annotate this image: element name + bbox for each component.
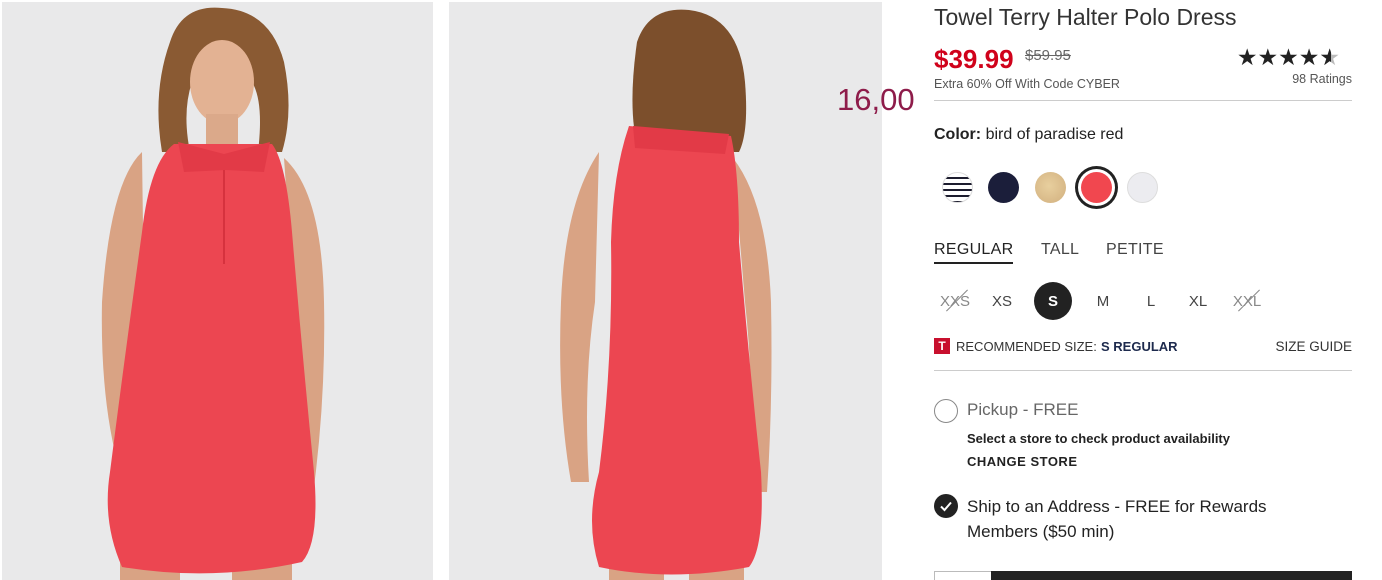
color-value: bird of paradise red [985, 126, 1124, 143]
color-label: Color: bird of paradise red [934, 126, 1123, 144]
swatch-white[interactable] [1127, 172, 1158, 203]
model-back-illustration [449, 2, 882, 580]
swatch-stripe[interactable] [942, 172, 973, 203]
pickup-label[interactable]: Pickup - FREE [967, 400, 1078, 420]
size-xxl[interactable]: XXL [1228, 282, 1266, 320]
swatch-navy[interactable] [988, 172, 1019, 203]
ship-checked-radio[interactable] [934, 494, 958, 518]
divider [934, 370, 1352, 371]
true-fit-icon: T [934, 338, 950, 354]
add-to-bag-button[interactable] [991, 571, 1352, 580]
swatch-tan[interactable] [1035, 172, 1066, 203]
fit-tab-tall[interactable]: TALL [1041, 241, 1079, 259]
half-star-icon: ★ [1319, 44, 1340, 71]
quantity-selector[interactable] [934, 571, 992, 580]
pickup-radio[interactable] [934, 399, 958, 423]
size-xs[interactable]: XS [983, 282, 1021, 320]
size-s[interactable]: S [1034, 282, 1072, 320]
product-image-back[interactable] [449, 2, 882, 580]
store-availability-message: Select a store to check product availabi… [967, 431, 1230, 446]
size-xxs[interactable]: XXS [936, 282, 974, 320]
fit-tab-petite[interactable]: PETITE [1106, 241, 1164, 259]
star-icon: ★ [1236, 44, 1258, 70]
divider [934, 100, 1352, 101]
sale-price: $39.99 [934, 44, 1014, 74]
overlay-number: 16,00 [837, 82, 915, 117]
swatch-bird-of-paradise-red[interactable] [1081, 172, 1112, 203]
product-title: Towel Terry Halter Polo Dress [934, 4, 1237, 30]
star-icon: ★ [1278, 44, 1299, 70]
checkmark-icon [940, 501, 952, 512]
size-m[interactable]: M [1084, 282, 1122, 320]
star-icon: ★ [1298, 44, 1320, 70]
size-l[interactable]: L [1132, 282, 1170, 320]
color-label-key: Color: [934, 126, 982, 143]
model-front-illustration [2, 2, 433, 580]
promo-text: Extra 60% Off With Code CYBER [934, 77, 1120, 91]
ship-to-address-label[interactable]: Ship to an Address - FREE for Rewards Me… [967, 494, 1297, 544]
star-icon: ★ [1257, 44, 1279, 70]
size-guide-link[interactable]: SIZE GUIDE [1275, 339, 1352, 354]
rating-count[interactable]: 98 Ratings [1292, 72, 1352, 86]
rating-stars[interactable]: ★★★★★ [1237, 44, 1340, 71]
fit-tab-regular[interactable]: REGULAR [934, 241, 1014, 264]
recommended-size-value[interactable]: S REGULAR [1101, 339, 1178, 354]
size-xl[interactable]: XL [1179, 282, 1217, 320]
original-price: $59.95 [1025, 47, 1071, 64]
product-info-panel: Towel Terry Halter Polo Dress $39.99 $59… [934, 0, 1352, 580]
change-store-link[interactable]: CHANGE STORE [967, 454, 1078, 469]
product-image-front[interactable] [2, 2, 433, 580]
recommended-size-label: RECOMMENDED SIZE: [956, 339, 1097, 354]
